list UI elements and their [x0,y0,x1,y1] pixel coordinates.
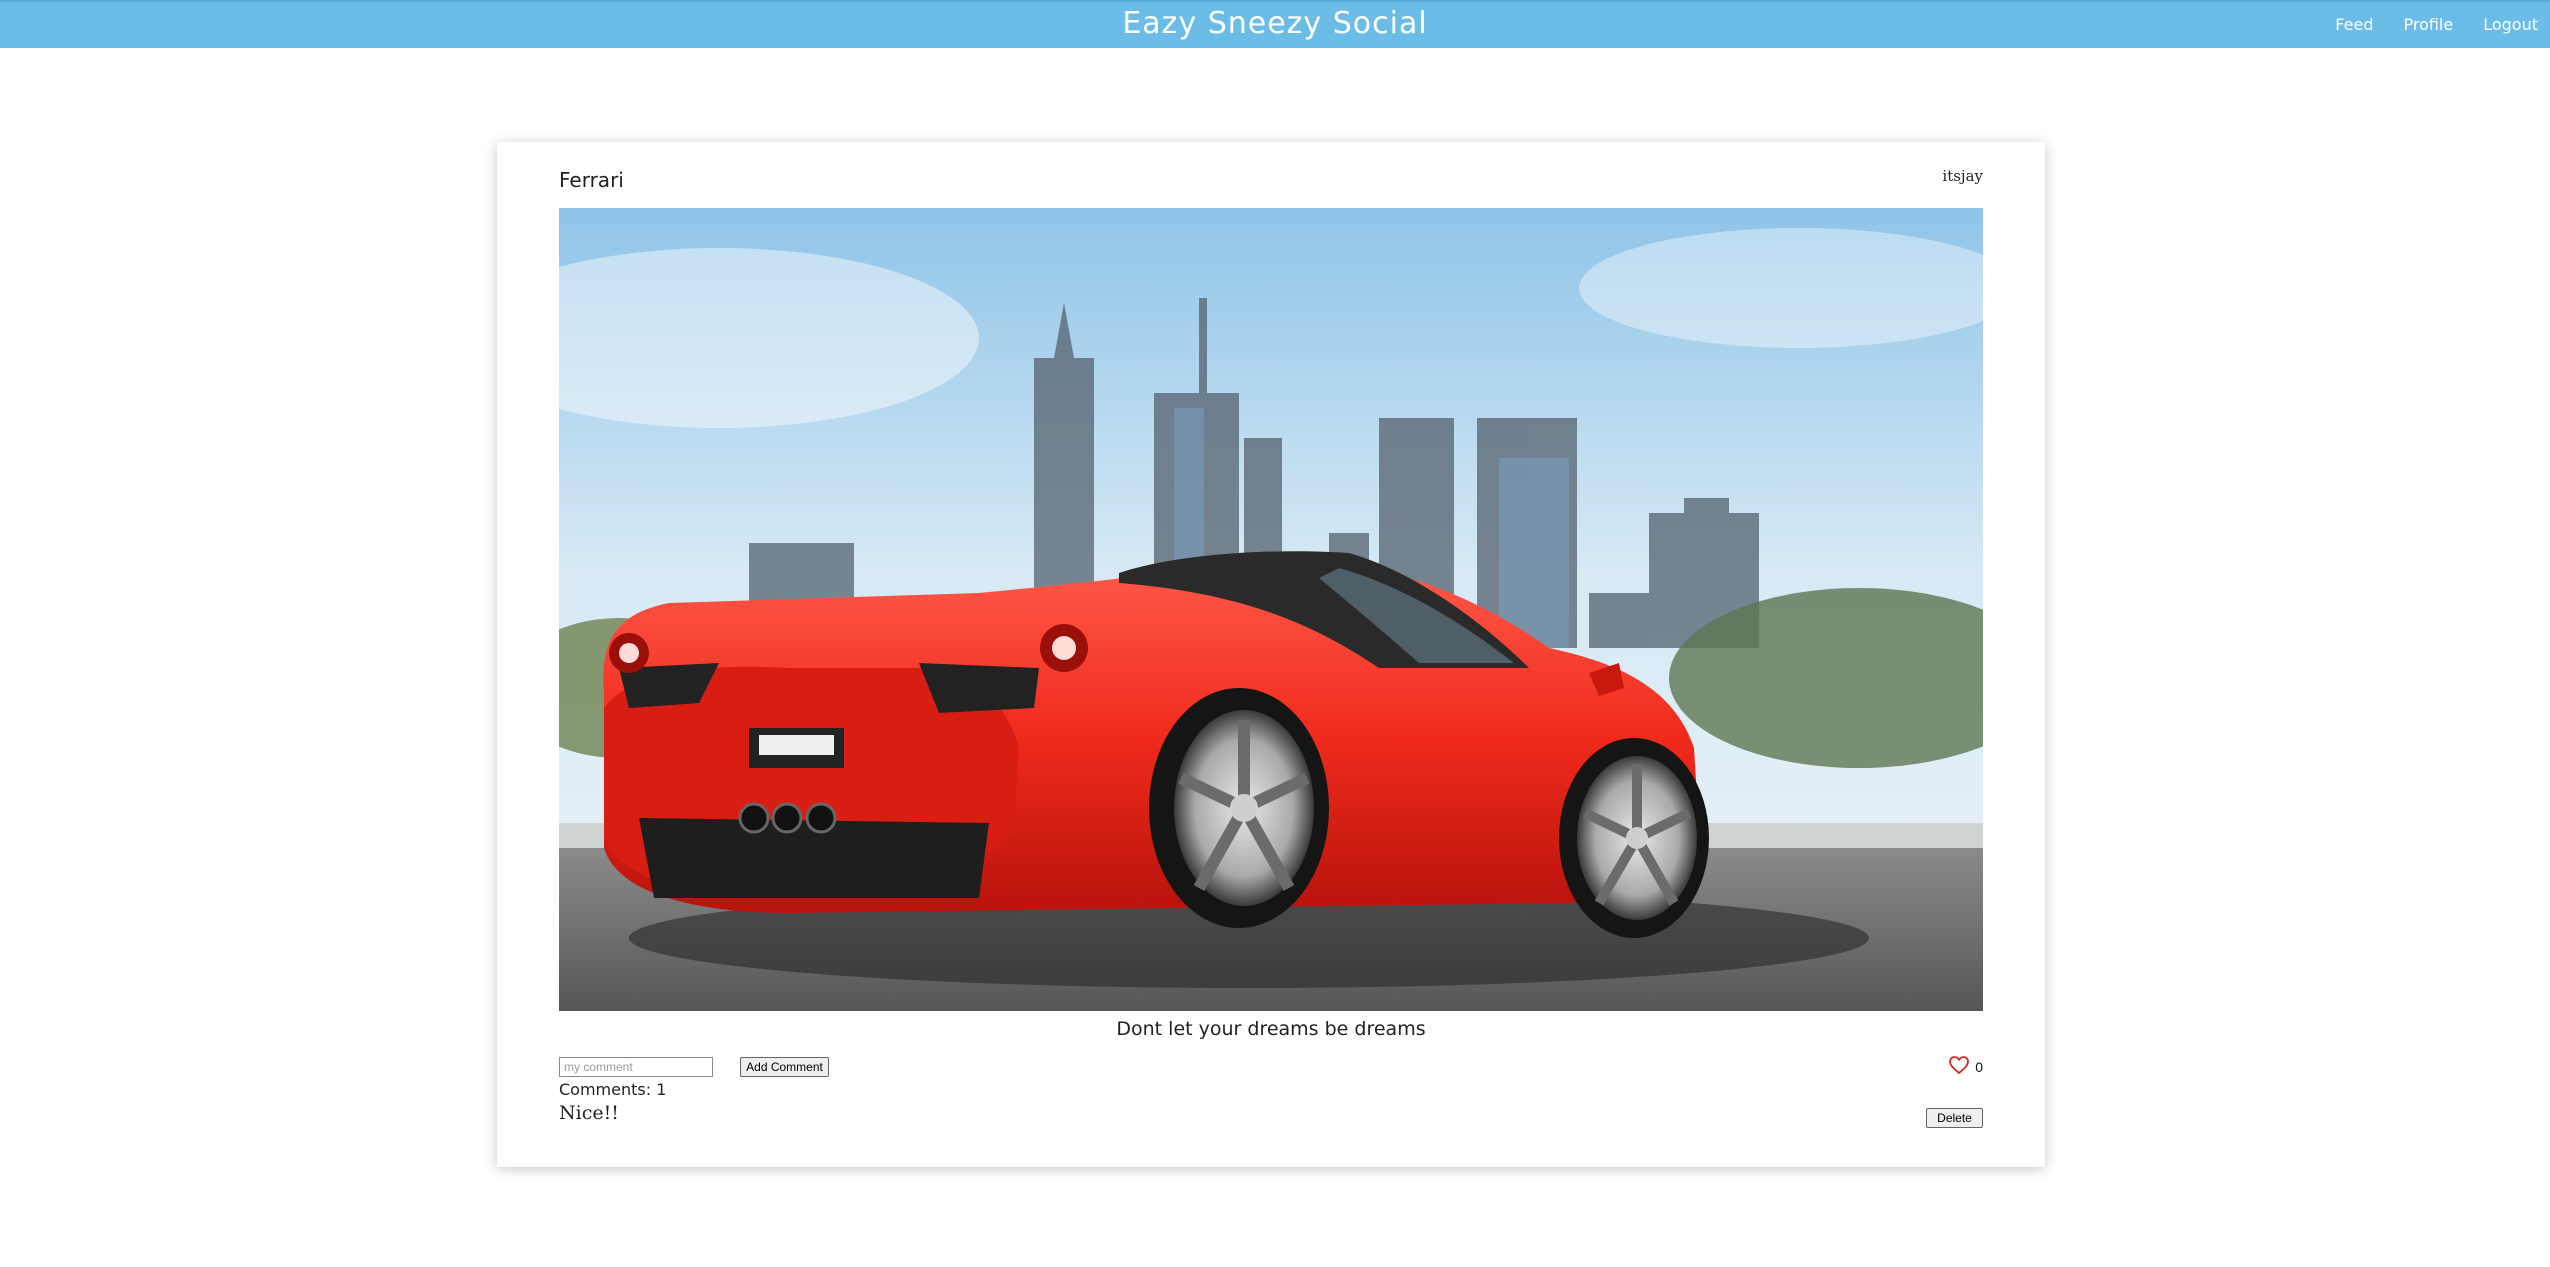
comment-input[interactable] [559,1057,713,1077]
top-navbar: Eazy Sneezy Social Feed Profile Logout [0,0,2550,48]
post-title: Ferrari [559,168,624,192]
post-author[interactable]: itsjay [1942,167,1983,185]
delete-button[interactable]: Delete [1926,1108,1983,1128]
like-count: 0 [1975,1059,1983,1075]
post-image [559,208,1983,1011]
nav-profile-link[interactable]: Profile [2403,15,2453,34]
comment-item: Nice!! [559,1102,619,1124]
like-control: 0 [1949,1056,1983,1078]
nav-logout-link[interactable]: Logout [2483,15,2538,34]
brand-title: Eazy Sneezy Social [1122,6,1428,41]
comments-count: Comments: 1 [559,1080,667,1099]
heart-outline-icon[interactable] [1949,1056,1970,1078]
post-card: Ferrari itsjay Dont let your dreams be d… [497,142,2045,1167]
nav-links: Feed Profile Logout [2335,15,2538,34]
add-comment-button[interactable]: Add Comment [740,1057,829,1077]
post-caption: Dont let your dreams be dreams [1116,1018,1426,1040]
nav-feed-link[interactable]: Feed [2335,15,2373,34]
